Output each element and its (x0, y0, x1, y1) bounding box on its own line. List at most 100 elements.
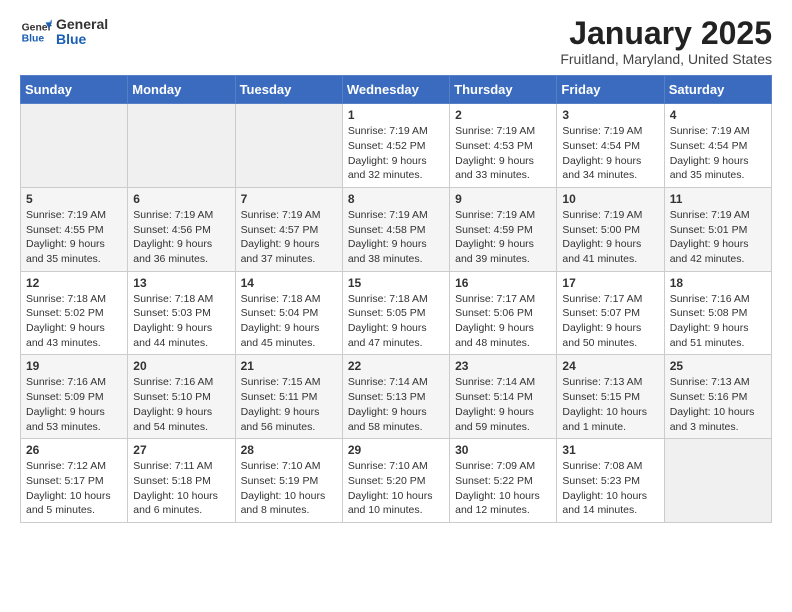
day-info: Sunrise: 7:17 AMSunset: 5:06 PMDaylight:… (455, 292, 551, 351)
table-row: 31 Sunrise: 7:08 AMSunset: 5:23 PMDayligh… (557, 439, 664, 523)
day-number: 24 (562, 359, 658, 373)
calendar-table: Sunday Monday Tuesday Wednesday Thursday… (20, 75, 772, 523)
table-row: 13Sunrise: 7:18 AMSunset: 5:03 PMDayligh… (128, 271, 235, 355)
day-number: 29 (348, 443, 444, 457)
page-container: General Blue General Blue January 2025 F… (0, 0, 792, 533)
day-number: 7 (241, 192, 337, 206)
day-info: Sunrise: 7:13 AMSunset: 5:16 PMDaylight:… (670, 375, 766, 434)
calendar-week-row: 12Sunrise: 7:18 AMSunset: 5:02 PMDayligh… (21, 271, 772, 355)
col-wednesday: Wednesday (342, 76, 449, 104)
col-sunday: Sunday (21, 76, 128, 104)
day-number: 16 (455, 276, 551, 290)
table-row (21, 104, 128, 188)
day-number: 1 (348, 108, 444, 122)
col-saturday: Saturday (664, 76, 771, 104)
col-friday: Friday (557, 76, 664, 104)
day-info: Sunrise: 7:10 AMSunset: 5:19 PMDaylight:… (241, 459, 337, 518)
day-info: Sunrise: 7:16 AMSunset: 5:10 PMDaylight:… (133, 375, 229, 434)
logo-blue-text: Blue (56, 32, 108, 47)
calendar-week-row: 19 Sunrise: 7:16 AMSunset: 5:09 PMDayligh… (21, 355, 772, 439)
table-row: 7 Sunrise: 7:19 AMSunset: 4:57 PMDaylight… (235, 187, 342, 271)
table-row: 14 Sunrise: 7:18 AMSunset: 5:04 PMDayligh… (235, 271, 342, 355)
table-row: 10 Sunrise: 7:19 AMSunset: 5:00 PMDayligh… (557, 187, 664, 271)
table-row: 26 Sunrise: 7:12 AMSunset: 5:17 PMDayligh… (21, 439, 128, 523)
day-number: 17 (562, 276, 658, 290)
day-number: 28 (241, 443, 337, 457)
day-number: 6 (133, 192, 229, 206)
day-number: 15 (348, 276, 444, 290)
day-info: Sunrise: 7:16 AMSunset: 5:09 PMDaylight:… (26, 375, 122, 434)
day-number: 2 (455, 108, 551, 122)
day-info: Sunrise: 7:19 AMSunset: 4:52 PMDaylight:… (348, 124, 444, 183)
table-row: 18 Sunrise: 7:16 AMSunset: 5:08 PMDayligh… (664, 271, 771, 355)
table-row: 24 Sunrise: 7:13 AMSunset: 5:15 PMDayligh… (557, 355, 664, 439)
day-info: Sunrise: 7:19 AMSunset: 5:01 PMDaylight:… (670, 208, 766, 267)
day-number: 4 (670, 108, 766, 122)
day-number: 10 (562, 192, 658, 206)
day-number: 5 (26, 192, 122, 206)
header: General Blue General Blue January 2025 F… (20, 16, 772, 67)
table-row: 23Sunrise: 7:14 AMSunset: 5:14 PMDayligh… (450, 355, 557, 439)
logo-icon: General Blue (20, 16, 52, 48)
calendar-week-row: 26 Sunrise: 7:12 AMSunset: 5:17 PMDayligh… (21, 439, 772, 523)
table-row: 30Sunrise: 7:09 AMSunset: 5:22 PMDayligh… (450, 439, 557, 523)
table-row (664, 439, 771, 523)
day-number: 20 (133, 359, 229, 373)
day-info: Sunrise: 7:19 AMSunset: 4:55 PMDaylight:… (26, 208, 122, 267)
day-info: Sunrise: 7:08 AMSunset: 5:23 PMDaylight:… (562, 459, 658, 518)
day-number: 23 (455, 359, 551, 373)
day-info: Sunrise: 7:11 AMSunset: 5:18 PMDaylight:… (133, 459, 229, 518)
day-number: 11 (670, 192, 766, 206)
day-info: Sunrise: 7:10 AMSunset: 5:20 PMDaylight:… (348, 459, 444, 518)
day-info: Sunrise: 7:15 AMSunset: 5:11 PMDaylight:… (241, 375, 337, 434)
day-number: 3 (562, 108, 658, 122)
day-number: 31 (562, 443, 658, 457)
table-row: 2Sunrise: 7:19 AMSunset: 4:53 PMDaylight… (450, 104, 557, 188)
table-row: 4Sunrise: 7:19 AMSunset: 4:54 PMDaylight… (664, 104, 771, 188)
table-row: 9 Sunrise: 7:19 AMSunset: 4:59 PMDaylight… (450, 187, 557, 271)
table-row: 19 Sunrise: 7:16 AMSunset: 5:09 PMDayligh… (21, 355, 128, 439)
day-number: 12 (26, 276, 122, 290)
day-number: 30 (455, 443, 551, 457)
day-number: 8 (348, 192, 444, 206)
col-thursday: Thursday (450, 76, 557, 104)
table-row: 8Sunrise: 7:19 AMSunset: 4:58 PMDaylight… (342, 187, 449, 271)
day-info: Sunrise: 7:14 AMSunset: 5:13 PMDaylight:… (348, 375, 444, 434)
day-info: Sunrise: 7:12 AMSunset: 5:17 PMDaylight:… (26, 459, 122, 518)
table-row: 11 Sunrise: 7:19 AMSunset: 5:01 PMDayligh… (664, 187, 771, 271)
day-info: Sunrise: 7:19 AMSunset: 4:57 PMDaylight:… (241, 208, 337, 267)
table-row: 5 Sunrise: 7:19 AMSunset: 4:55 PMDaylight… (21, 187, 128, 271)
day-number: 21 (241, 359, 337, 373)
day-number: 19 (26, 359, 122, 373)
svg-text:Blue: Blue (22, 34, 45, 45)
table-row: 17Sunrise: 7:17 AMSunset: 5:07 PMDayligh… (557, 271, 664, 355)
calendar-subtitle: Fruitland, Maryland, United States (560, 51, 772, 67)
day-number: 27 (133, 443, 229, 457)
day-info: Sunrise: 7:19 AMSunset: 4:54 PMDaylight:… (562, 124, 658, 183)
logo-general-text: General (56, 17, 108, 32)
day-info: Sunrise: 7:18 AMSunset: 5:04 PMDaylight:… (241, 292, 337, 351)
day-number: 14 (241, 276, 337, 290)
table-row: 25Sunrise: 7:13 AMSunset: 5:16 PMDayligh… (664, 355, 771, 439)
table-row (128, 104, 235, 188)
day-info: Sunrise: 7:13 AMSunset: 5:15 PMDaylight:… (562, 375, 658, 434)
table-row: 15Sunrise: 7:18 AMSunset: 5:05 PMDayligh… (342, 271, 449, 355)
table-row: 16 Sunrise: 7:17 AMSunset: 5:06 PMDayligh… (450, 271, 557, 355)
day-info: Sunrise: 7:19 AMSunset: 4:56 PMDaylight:… (133, 208, 229, 267)
table-row: 29 Sunrise: 7:10 AMSunset: 5:20 PMDayligh… (342, 439, 449, 523)
day-number: 9 (455, 192, 551, 206)
logo: General Blue General Blue (20, 16, 108, 48)
col-monday: Monday (128, 76, 235, 104)
day-number: 22 (348, 359, 444, 373)
calendar-title: January 2025 (560, 16, 772, 51)
day-number: 26 (26, 443, 122, 457)
table-row (235, 104, 342, 188)
day-info: Sunrise: 7:19 AMSunset: 5:00 PMDaylight:… (562, 208, 658, 267)
table-row: 28 Sunrise: 7:10 AMSunset: 5:19 PMDayligh… (235, 439, 342, 523)
day-number: 18 (670, 276, 766, 290)
title-block: January 2025 Fruitland, Maryland, United… (560, 16, 772, 67)
table-row: 22 Sunrise: 7:14 AMSunset: 5:13 PMDayligh… (342, 355, 449, 439)
day-info: Sunrise: 7:19 AMSunset: 4:59 PMDaylight:… (455, 208, 551, 267)
calendar-header-row: Sunday Monday Tuesday Wednesday Thursday… (21, 76, 772, 104)
day-info: Sunrise: 7:16 AMSunset: 5:08 PMDaylight:… (670, 292, 766, 351)
